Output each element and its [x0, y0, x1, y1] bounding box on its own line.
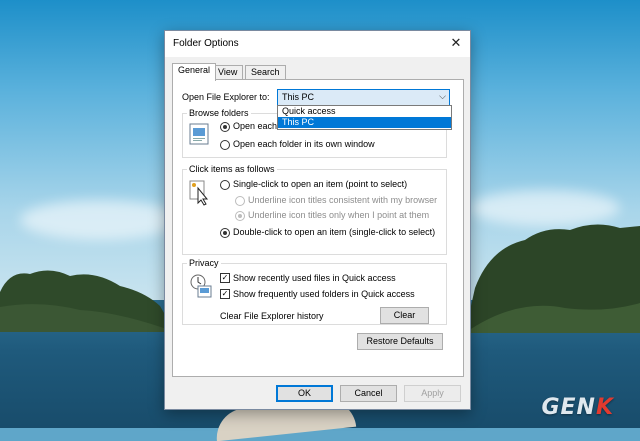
radio-underline-point[interactable] [235, 211, 245, 221]
pointer-click-icon [189, 180, 209, 206]
cancel-button[interactable]: Cancel [340, 385, 397, 402]
browse-folders-title: Browse folders [187, 108, 251, 118]
checkbox-recent-files[interactable]: ✓ [220, 273, 230, 283]
click-items-group: Click items as follows Single-click to o… [182, 164, 447, 255]
recent-files-label: Show recently used files in Quick access [233, 273, 396, 283]
watermark-logo: GENK [541, 395, 614, 420]
radio-single-click[interactable] [220, 180, 230, 190]
island-right [465, 224, 640, 333]
folder-options-dialog: Folder Options ✕ General View Search Ope… [164, 30, 471, 410]
general-tab-panel: Open File Explorer to: This PC ⌵ Quick a… [172, 79, 464, 377]
chevron-down-icon: ⌵ [439, 91, 446, 101]
tab-general[interactable]: General [172, 63, 217, 81]
double-click-label: Double-click to open an item (single-cli… [233, 227, 436, 237]
radio-underline-browser[interactable] [235, 196, 245, 206]
click-items-title: Click items as follows [187, 164, 277, 174]
frequent-folders-label: Show frequently used folders in Quick ac… [233, 289, 415, 299]
clear-button[interactable]: Clear [380, 307, 429, 324]
open-explorer-value: This PC [282, 92, 315, 102]
checkbox-frequent-folders[interactable]: ✓ [220, 289, 230, 299]
dialog-title: Folder Options [173, 38, 239, 49]
cloud [20, 200, 180, 240]
open-explorer-label: Open File Explorer to: [182, 92, 270, 102]
underline-point-label: Underline icon titles only when I point … [248, 210, 430, 220]
privacy-title: Privacy [187, 258, 221, 268]
tab-view[interactable]: View [212, 65, 244, 80]
dropdown-option-this-pc[interactable]: This PC [278, 117, 451, 128]
apply-button[interactable]: Apply [404, 385, 461, 402]
privacy-clock-icon [190, 274, 212, 298]
single-click-label: Single-click to open an item (point to s… [233, 179, 408, 189]
radio-same-window[interactable] [220, 122, 230, 132]
radio-own-window[interactable] [220, 140, 230, 150]
clear-history-label: Clear File Explorer history [220, 311, 324, 321]
open-explorer-select[interactable]: This PC ⌵ [277, 89, 450, 106]
title-bar: Folder Options ✕ [165, 31, 470, 57]
underline-browser-label: Underline icon titles consistent with my… [248, 195, 438, 205]
dropdown-option-quick-access[interactable]: Quick access [278, 106, 451, 117]
browse-folders-icon [189, 123, 209, 145]
option-own-window-label: Open each folder in its own window [233, 139, 375, 149]
ok-button[interactable]: OK [276, 385, 333, 402]
open-explorer-dropdown: Quick access This PC [277, 105, 452, 130]
privacy-group: Privacy ✓ Show recently used files in Qu… [182, 258, 447, 325]
radio-double-click[interactable] [220, 228, 230, 238]
close-icon[interactable]: ✕ [448, 35, 464, 51]
tab-search[interactable]: Search [245, 65, 286, 80]
restore-defaults-button[interactable]: Restore Defaults [357, 333, 443, 350]
island-left [0, 270, 175, 332]
